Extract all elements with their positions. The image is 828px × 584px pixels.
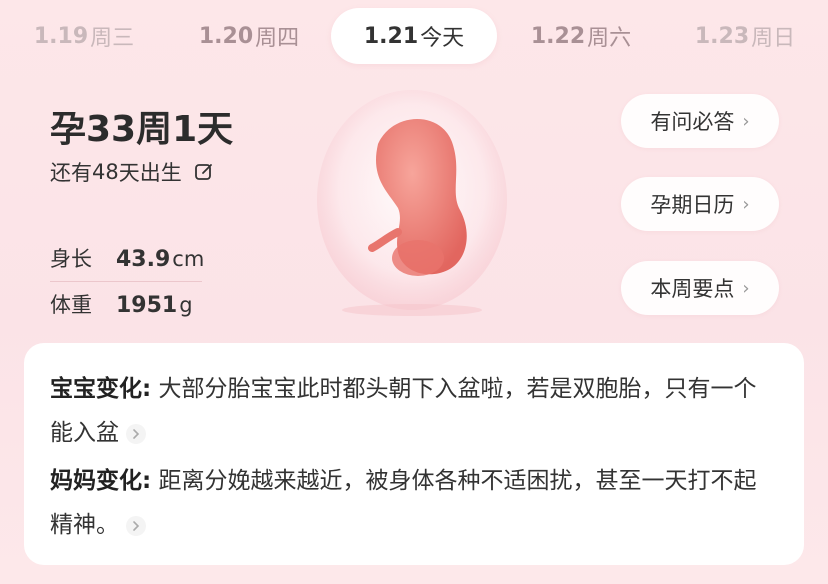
length-unit: cm	[172, 247, 205, 271]
mom-changes-heading: 妈妈变化:	[50, 468, 152, 494]
chevron-right-icon: ›	[742, 193, 750, 215]
weekly-points-button[interactable]: 本周要点 ›	[621, 261, 779, 315]
date-number: 1.21	[363, 23, 419, 49]
chevron-right-icon[interactable]	[125, 423, 147, 445]
length-label: 身长	[50, 247, 92, 271]
due-suffix: 天出生	[118, 161, 182, 185]
due-prefix: 还有	[50, 161, 92, 185]
date-number: 1.19	[33, 23, 89, 49]
due-days: 48	[92, 160, 119, 184]
stat-divider	[50, 281, 202, 282]
chevron-right-icon: ›	[742, 277, 750, 299]
date-item-today[interactable]: 1.21 今天	[331, 8, 497, 64]
date-item-1-19[interactable]: 1.19 周三	[33, 8, 135, 64]
length-stat: 身长 43.9cm	[50, 243, 205, 273]
date-number: 1.22	[530, 23, 586, 49]
date-item-1-22[interactable]: 1.22 周六	[530, 8, 632, 64]
baby-changes[interactable]: 宝宝变化: 大部分胎宝宝此时都头朝下入盆啦，若是双胞胎，只有一个能入盆	[50, 367, 778, 455]
pregnancy-week-title: 孕33周1天	[50, 109, 234, 150]
calendar-button[interactable]: 孕期日历 ›	[621, 177, 779, 231]
baby-changes-heading: 宝宝变化:	[50, 376, 152, 402]
length-value: 43.9	[116, 247, 171, 272]
fetus-illustration[interactable]	[300, 82, 520, 322]
mom-changes[interactable]: 妈妈变化: 距离分娩越来越近，被身体各种不适困扰，甚至一天打不起精神。	[50, 459, 778, 547]
baby-changes-text: 大部分胎宝宝此时都头朝下入盆啦，若是双胞胎，只有一个能入盆	[50, 376, 757, 446]
date-weekday: 周日	[751, 26, 796, 51]
date-weekday: 周三	[90, 26, 135, 51]
edit-icon[interactable]	[194, 162, 214, 182]
date-item-1-23[interactable]: 1.23 周日	[694, 8, 796, 64]
weight-stat: 体重 1951g	[50, 289, 202, 319]
changes-card: 宝宝变化: 大部分胎宝宝此时都头朝下入盆啦，若是双胞胎，只有一个能入盆 妈妈变化…	[24, 343, 804, 565]
date-number: 1.23	[694, 23, 750, 49]
date-selector: 1.19 周三 1.20 周四 1.21 今天 1.22 周六 1.23 周日	[0, 0, 828, 74]
qa-button-label: 有问必答	[650, 110, 735, 134]
due-countdown[interactable]: 还有 48 天出生	[50, 157, 214, 187]
chevron-right-icon: ›	[742, 110, 750, 132]
calendar-button-label: 孕期日历	[650, 193, 735, 217]
chevron-right-icon[interactable]	[125, 515, 147, 537]
date-weekday: 周六	[587, 26, 632, 51]
weight-unit: g	[179, 293, 193, 317]
next-section-peek	[0, 572, 828, 584]
date-weekday: 今天	[420, 26, 465, 51]
weekly-points-button-label: 本周要点	[650, 277, 735, 301]
qa-button[interactable]: 有问必答 ›	[621, 94, 779, 148]
weight-value: 1951	[116, 293, 178, 318]
date-weekday: 周四	[255, 26, 300, 51]
weight-label: 体重	[50, 293, 92, 317]
date-number: 1.20	[198, 23, 254, 49]
date-item-1-20[interactable]: 1.20 周四	[198, 8, 300, 64]
mom-changes-text: 距离分娩越来越近，被身体各种不适困扰，甚至一天打不起精神。	[50, 468, 757, 538]
